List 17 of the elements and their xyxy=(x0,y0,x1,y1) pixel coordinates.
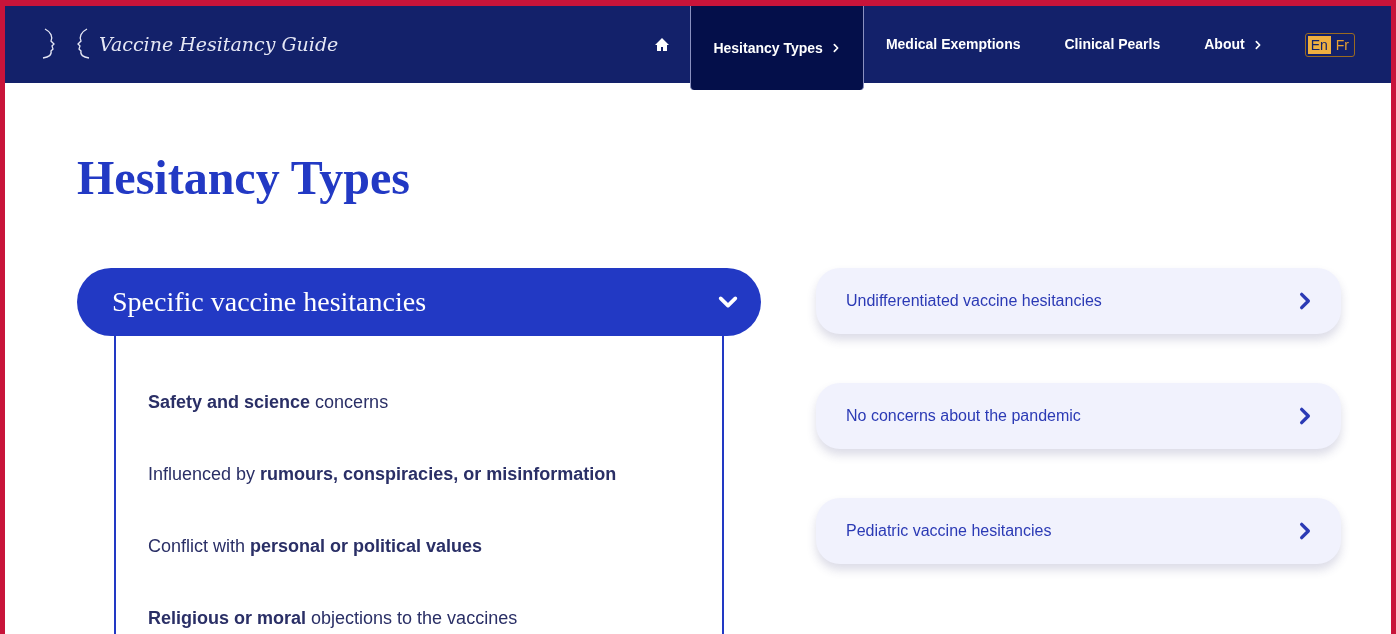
hesitancy-item: Conflict with personal or political values xyxy=(148,535,484,558)
nav-link[interactable]: About xyxy=(1182,6,1285,83)
accordion-header[interactable]: Specific vaccine hesitancies xyxy=(77,268,761,336)
nav-link[interactable]: Medical Exemptions xyxy=(863,6,1043,83)
accordion-card[interactable]: Undifferentiated vaccine hesitancies xyxy=(816,268,1341,334)
language-option[interactable]: En xyxy=(1307,35,1331,54)
hesitancy-item: Safety and science concerns xyxy=(148,391,390,414)
home-icon xyxy=(654,36,671,53)
nav-link[interactable]: Clinical Pearls xyxy=(1042,6,1183,83)
hesitancy-item: Religious or moral objections to the vaccines xyxy=(148,607,519,630)
accordion-card[interactable]: Pediatric vaccine hesitancies xyxy=(816,498,1341,564)
accordion-card[interactable]: No concerns about the pandemic xyxy=(816,383,1341,449)
hesitancy-item: Influenced by rumours, conspiracies, or misinformation xyxy=(148,463,618,486)
site-title: Vaccine Hesitancy Guide xyxy=(99,32,339,58)
nav-link[interactable]: Hesitancy Types xyxy=(690,6,864,90)
language-option[interactable]: Fr xyxy=(1332,35,1352,54)
page-heading: Hesitancy Types xyxy=(77,151,411,205)
